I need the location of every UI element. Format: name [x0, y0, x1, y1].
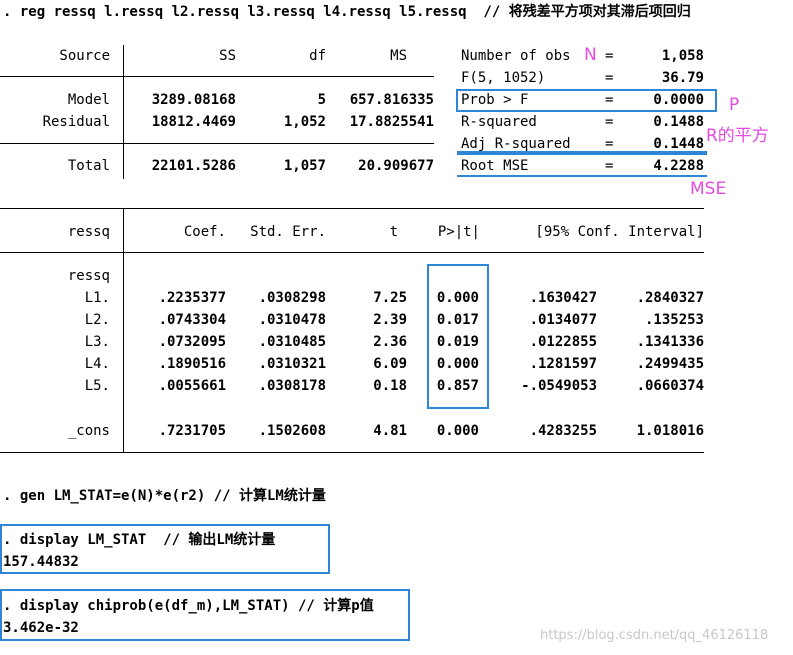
stat-label: Root MSE	[461, 158, 529, 174]
anova-row-ms: 17.8825541	[349, 114, 434, 130]
stat-equals: =	[605, 48, 614, 64]
anova-total-ss: 22101.5286	[151, 158, 236, 174]
coef-row-var: L2.	[84, 312, 110, 328]
anova-row-ss: 3289.08168	[151, 92, 236, 108]
anova-row-source: Residual	[42, 114, 110, 130]
display-lm-command: . display LM_STAT // 输出LM统计量	[3, 532, 276, 548]
coef-row-t: 6.09	[373, 356, 407, 372]
coef-row-t: 2.36	[373, 334, 407, 350]
coef-row-se: .0310478	[258, 312, 326, 328]
coef-row-t: 0.18	[373, 378, 407, 394]
coef-cons-var: _cons	[67, 423, 110, 439]
annotation-mse: MSE	[690, 179, 727, 199]
stat-value: 36.79	[661, 70, 704, 86]
coef-row-t: 2.39	[373, 312, 407, 328]
stat-equals: =	[605, 70, 614, 86]
stat-value: 1,058	[661, 48, 704, 64]
stat-value: 0.1488	[653, 114, 704, 130]
coef-row-se: .0310485	[258, 334, 326, 350]
lm-stat-output: 157.44832	[3, 554, 79, 570]
coef-row-ci-low: .1630427	[529, 290, 597, 306]
coef-row-ci-low: .0134077	[529, 312, 597, 328]
anova-total-ms: 20.909677	[358, 158, 434, 174]
coef-header-t: t	[389, 224, 398, 240]
coef-row-se: .0310321	[258, 356, 326, 372]
coef-row-ci-low: .1281597	[529, 356, 597, 372]
coef-header-p: P>|t|	[437, 224, 480, 240]
annotation-p: P	[729, 95, 740, 115]
coef-header-ci: [95% Conf. Interval]	[535, 224, 704, 240]
stat-equals: =	[605, 158, 614, 174]
pvalue-output: 3.462e-32	[3, 620, 79, 636]
prob-f-highlight-box	[456, 89, 717, 112]
coef-row-coef: .1890516	[158, 356, 226, 372]
adj-r2-underline	[457, 151, 707, 155]
coef-row-ci-high: .135253	[644, 312, 704, 328]
coef-header-se: Std. Err.	[250, 224, 326, 240]
watermark: https://blog.csdn.net/qq_46126118	[540, 628, 769, 643]
stat-label: F(5, 1052)	[461, 70, 546, 86]
coef-cons-t: 4.81	[373, 423, 407, 439]
coef-row-var: L5.	[84, 378, 110, 394]
coef-row-ci-high: .2499435	[636, 356, 704, 372]
coef-row-var: L1.	[84, 290, 110, 306]
coef-row-coef: .0743304	[158, 312, 226, 328]
display-chiprob-command: . display chiprob(e(df_m),LM_STAT) // 计算…	[3, 598, 374, 614]
coef-row-t: 7.25	[373, 290, 407, 306]
anova-total-df: 1,057	[283, 158, 326, 174]
coef-header-depvar: ressq	[67, 224, 110, 240]
annotation-n: N	[584, 45, 597, 65]
anova-row-ss: 18812.4469	[151, 114, 236, 130]
coef-row-ci-high: .2840327	[636, 290, 704, 306]
coef-row-ci-high: .1341336	[636, 334, 704, 350]
anova-row-df: 1,052	[283, 114, 326, 130]
anova-header-ss: SS	[219, 48, 236, 64]
coef-row-se: .0308178	[258, 378, 326, 394]
coef-row-se: .0308298	[258, 290, 326, 306]
coef-row-coef: .2235377	[158, 290, 226, 306]
coef-cons-coef: .7231705	[158, 423, 226, 439]
anova-header-source: Source	[59, 48, 110, 64]
anova-row-ms: 657.816335	[349, 92, 434, 108]
stat-equals: =	[605, 114, 614, 130]
coef-row-coef: .0732095	[158, 334, 226, 350]
coef-row-ci-low: .0122855	[529, 334, 597, 350]
coef-group-label: ressq	[67, 268, 110, 284]
stat-label: Number of obs	[461, 48, 571, 64]
coef-cons-ci-high: 1.018016	[636, 423, 704, 439]
pvalue-highlight-box	[427, 264, 489, 409]
anova-row-source: Model	[67, 92, 110, 108]
stat-value: 4.2288	[653, 158, 704, 174]
anova-header-df: df	[309, 48, 326, 64]
anova-header-ms: MS	[390, 48, 407, 64]
coef-row-ci-high: .0660374	[636, 378, 704, 394]
coef-row-coef: .0055661	[158, 378, 226, 394]
anova-total-source: Total	[67, 158, 110, 174]
coef-row-var: L4.	[84, 356, 110, 372]
annotation-r-squared: R的平方	[706, 126, 769, 146]
coef-row-ci-low: -.0549053	[521, 378, 597, 394]
regress-command: . reg ressq l.ressq l2.ressq l3.ressq l4…	[3, 4, 691, 20]
anova-row-df: 5	[317, 92, 326, 108]
coef-cons-ci-low: .4283255	[529, 423, 597, 439]
coef-cons-se: .1502608	[258, 423, 326, 439]
coef-cons-p: 0.000	[436, 423, 479, 439]
coef-header-coef: Coef.	[183, 224, 226, 240]
gen-command: . gen LM_STAT=e(N)*e(r2) // 计算LM统计量	[3, 488, 326, 504]
root-mse-underline	[457, 175, 707, 177]
coef-row-var: L3.	[84, 334, 110, 350]
stat-label: R-squared	[461, 114, 537, 130]
